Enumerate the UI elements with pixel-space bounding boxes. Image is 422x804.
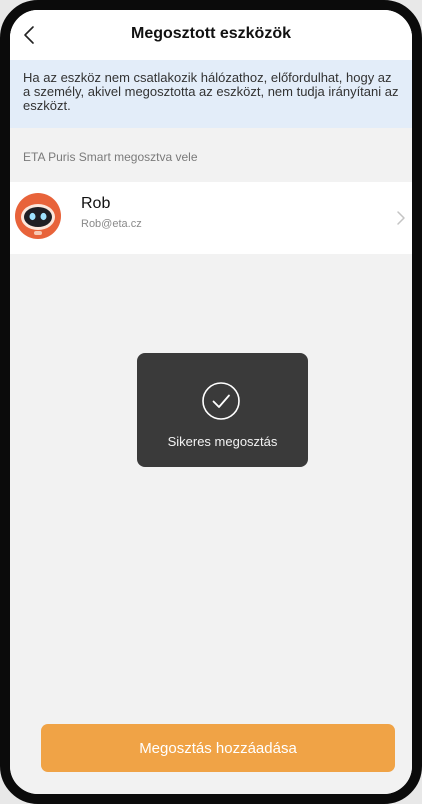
toast-message: Sikeres megosztás — [167, 434, 278, 449]
page-title: Megosztott eszközök — [130, 25, 291, 42]
shared-user-row[interactable]: Rob Rob@eta.cz — [10, 182, 412, 254]
screen: Megosztott eszközök Ha az eszköz nem csa… — [10, 10, 412, 794]
user-email: Rob@eta.cz — [81, 218, 142, 230]
chevron-left-icon[interactable] — [20, 24, 40, 46]
robot-avatar-icon — [15, 193, 61, 239]
navigation-bar: Megosztott eszközök — [10, 10, 412, 60]
add-share-button[interactable]: Megosztás hozzáadása — [41, 724, 395, 772]
notice-text: Ha az eszköz nem csatlakozik hálózathoz,… — [23, 70, 399, 113]
phone-frame: Megosztott eszközök Ha az eszköz nem csa… — [0, 0, 422, 804]
user-name: Rob — [81, 195, 111, 212]
chevron-right-icon — [397, 211, 405, 225]
check-circle-icon — [202, 382, 240, 420]
network-notice: Ha az eszköz nem csatlakozik hálózathoz,… — [10, 60, 412, 128]
success-toast: Sikeres megosztás — [137, 353, 308, 467]
shared-with-label: ETA Puris Smart megosztva vele — [23, 150, 198, 164]
